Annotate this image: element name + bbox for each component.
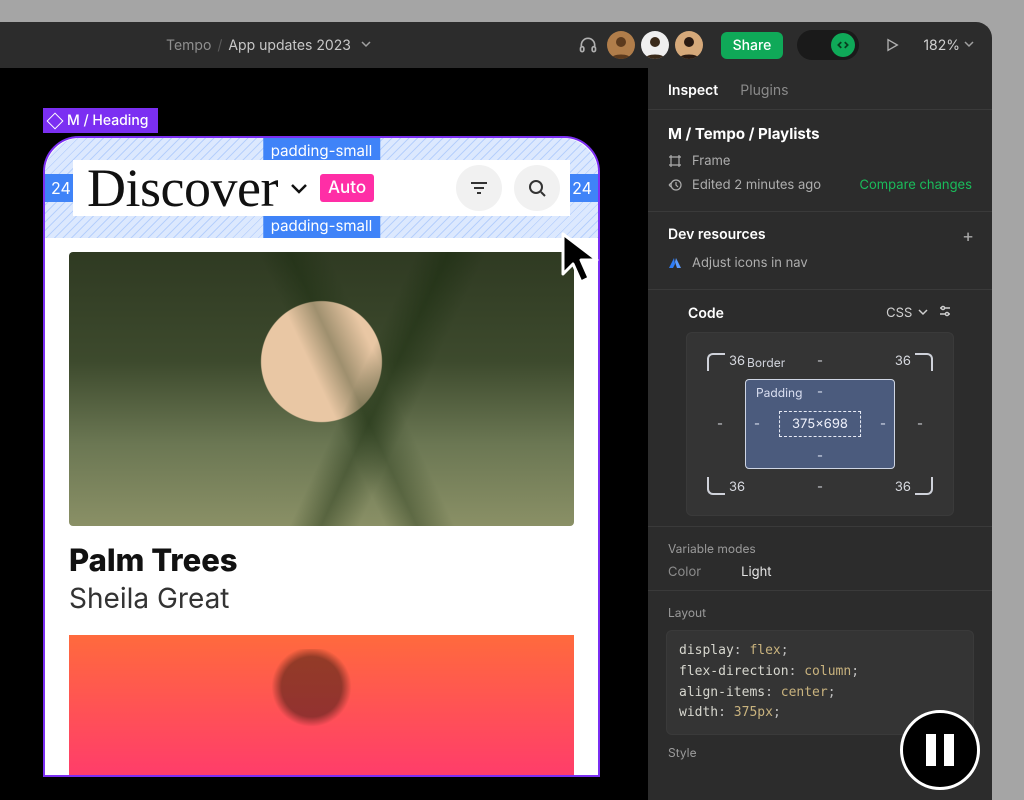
cursor-icon — [555, 228, 615, 288]
chevron-down-icon — [918, 307, 928, 317]
zoom-label: 182% — [923, 37, 960, 54]
selection-path: M / Tempo / Playlists — [668, 124, 972, 143]
edited-ago: Edited 2 minutes ago — [692, 177, 821, 193]
selected-frame[interactable]: padding-small padding-small 24 24 Discov… — [43, 136, 600, 777]
tab-plugins[interactable]: Plugins — [740, 82, 788, 99]
collaborator-avatars[interactable] — [607, 31, 703, 59]
dev-resources-section: + Dev resources Adjust icons in nav — [648, 211, 992, 289]
code-title: Code — [688, 305, 724, 322]
app-window: Tempo / App updates 2023 Share — [0, 22, 992, 800]
chevron-down-icon[interactable] — [361, 38, 371, 52]
atlassian-icon — [668, 256, 682, 270]
avatar[interactable] — [675, 31, 703, 59]
header-inner: Discover Auto — [73, 160, 570, 216]
measure-right: 24 — [566, 174, 598, 202]
dev-resource-item[interactable]: Adjust icons in nav — [668, 255, 972, 271]
inspector-panel: Inspect Plugins M / Tempo / Playlists Fr… — [648, 68, 992, 800]
zoom-level[interactable]: 182% — [923, 37, 974, 54]
discover-heading: Discover — [87, 157, 278, 219]
album-cover-image — [69, 252, 574, 526]
dev-resources-title: Dev resources — [668, 226, 972, 243]
present-icon[interactable] — [881, 34, 903, 56]
pause-icon — [944, 734, 954, 766]
layout-section: Layout — [648, 590, 992, 620]
frame-icon — [668, 154, 682, 168]
main-area: M / Heading padding-small padding-small … — [0, 68, 992, 800]
search-icon — [525, 176, 549, 200]
search-button[interactable] — [514, 165, 560, 211]
bm-padding-box: Padding - - - - 375×698 — [745, 379, 895, 469]
bm-corner-tr: 36 — [895, 353, 911, 369]
filter-icon — [467, 176, 491, 200]
code-lang-select[interactable]: CSS — [886, 305, 928, 321]
breadcrumb-page[interactable]: App updates 2023 — [228, 37, 351, 54]
avatar[interactable] — [607, 31, 635, 59]
breadcrumb-separator: / — [217, 37, 222, 54]
filter-button[interactable] — [456, 165, 502, 211]
dev-mode-toggle[interactable] — [797, 30, 859, 60]
bm-corner-br: 36 — [895, 479, 911, 495]
album-cover-image — [69, 635, 574, 775]
variable-modes-title: Variable modes — [668, 541, 972, 556]
breadcrumb[interactable]: Tempo / App updates 2023 — [166, 37, 371, 54]
node-type: Frame — [692, 153, 730, 169]
share-button[interactable]: Share — [721, 32, 784, 59]
selection-section: M / Tempo / Playlists Frame Edited 2 min… — [648, 109, 992, 211]
component-icon — [47, 112, 64, 129]
pause-button[interactable] — [900, 710, 980, 790]
layout-title: Layout — [668, 605, 972, 620]
topbar: Tempo / App updates 2023 Share — [0, 22, 992, 68]
padding-annotation-bottom: padding-small — [263, 213, 380, 238]
compare-changes-link[interactable]: Compare changes — [860, 177, 973, 193]
inspector-tabs: Inspect Plugins — [648, 68, 992, 109]
selection-tag-label: M / Heading — [67, 112, 148, 129]
variable-key: Color — [668, 564, 701, 580]
history-icon — [668, 178, 682, 192]
frame-header: padding-small padding-small 24 24 Discov… — [45, 138, 598, 238]
bm-corner-bl: 36 — [729, 479, 745, 495]
autolayout-badge: Auto — [320, 174, 374, 202]
chevron-down-icon[interactable] — [286, 175, 312, 201]
code-icon — [831, 33, 855, 57]
song-artist: Sheila Great — [69, 581, 574, 615]
code-section: Code CSS — [648, 289, 992, 526]
code-settings-icon[interactable] — [938, 304, 952, 322]
add-dev-resource-button[interactable]: + — [962, 226, 974, 247]
pause-icon — [926, 734, 936, 766]
song-title: Palm Trees — [69, 542, 574, 579]
variable-value[interactable]: Light — [741, 564, 771, 580]
box-model[interactable]: 36 36 36 36 Border - - - - Padding - — [686, 332, 954, 516]
bm-dimensions: 375×698 — [779, 411, 861, 437]
dev-resource-label: Adjust icons in nav — [692, 255, 808, 271]
headphones-icon[interactable] — [577, 34, 599, 56]
canvas[interactable]: M / Heading padding-small padding-small … — [0, 68, 648, 800]
bm-border-label: Border — [747, 355, 785, 370]
variable-modes-section: Variable modes Color Light — [648, 526, 992, 590]
selection-tag[interactable]: M / Heading — [43, 108, 158, 133]
bm-padding-label: Padding — [756, 385, 802, 400]
code-lang-label: CSS — [886, 305, 912, 321]
breadcrumb-parent[interactable]: Tempo — [166, 37, 211, 54]
chevron-down-icon[interactable] — [964, 38, 974, 52]
avatar[interactable] — [641, 31, 669, 59]
bm-corner-tl: 36 — [729, 353, 745, 369]
tab-inspect[interactable]: Inspect — [668, 82, 718, 99]
